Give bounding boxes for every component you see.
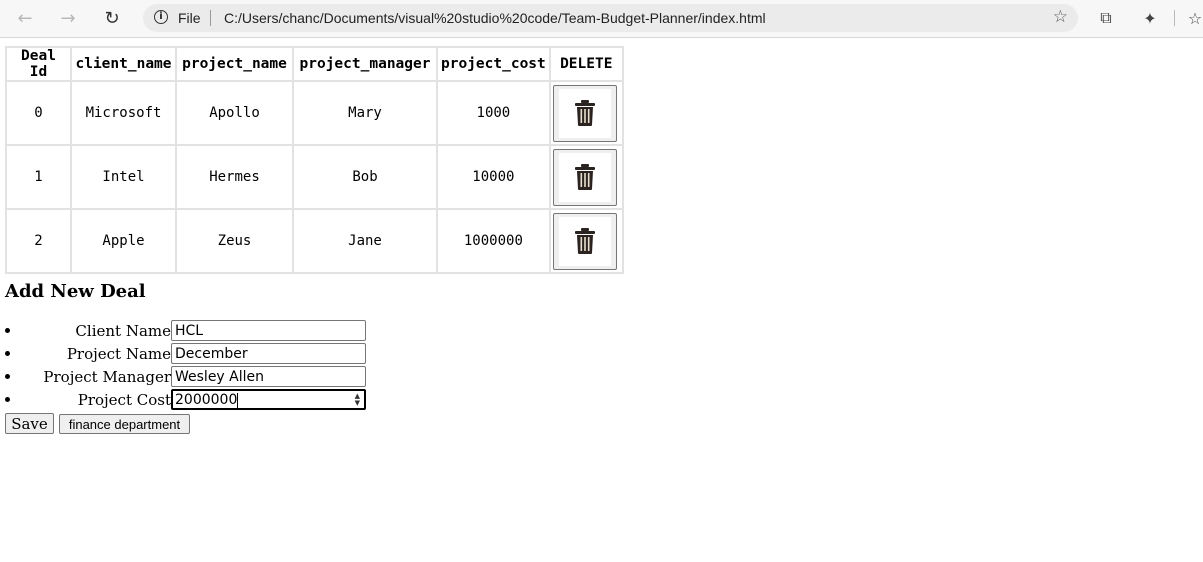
extensions-icon[interactable]: ✦ <box>1139 7 1161 29</box>
url-scheme: File <box>178 10 201 26</box>
client-name-input[interactable]: HCL <box>171 320 366 341</box>
address-bar[interactable]: i File C:/Users/chanc/Documents/visual%2… <box>143 4 1078 32</box>
form-title: Add New Deal <box>5 281 146 302</box>
table-row: 2 Apple Zeus Jane 1000000 <box>6 209 623 273</box>
trash-icon <box>574 164 595 190</box>
table-header-row: Deal Id client_name project_name project… <box>6 47 623 81</box>
column-header: project_cost <box>437 47 550 81</box>
project-cost-value: 2000000 <box>175 392 238 408</box>
delete-cell <box>549 209 623 273</box>
bullet <box>5 397 10 402</box>
project-name-cell: Hermes <box>176 145 293 209</box>
back-button[interactable]: ← <box>13 6 37 30</box>
project-cost-cell: 10000 <box>437 145 550 209</box>
url-text[interactable]: C:/Users/chanc/Documents/visual%20studio… <box>224 10 766 26</box>
client-name-cell: Microsoft <box>71 81 176 145</box>
arrow-right-icon: → <box>60 7 76 29</box>
trash-icon <box>574 100 595 126</box>
reload-icon: ↻ <box>104 7 120 29</box>
project-manager-cell: Mary <box>293 81 437 145</box>
forward-button[interactable]: → <box>56 6 80 30</box>
project-name-cell: Apollo <box>176 81 293 145</box>
project-cost-label: Project Cost <box>77 391 171 409</box>
project-name-cell: Zeus <box>176 209 293 273</box>
project-cost-cell: 1000000 <box>437 209 550 273</box>
bullet <box>5 374 10 379</box>
client-name-cell: Apple <box>71 209 176 273</box>
table-row: 1 Intel Hermes Bob 10000 <box>6 145 623 209</box>
delete-cell <box>549 145 623 209</box>
finance-department-button[interactable]: finance department <box>59 414 190 434</box>
deal-id-cell: 2 <box>6 209 71 273</box>
divider <box>1174 10 1175 26</box>
deal-id-cell: 1 <box>6 145 71 209</box>
delete-button[interactable] <box>552 148 617 206</box>
delete-button[interactable] <box>552 212 617 270</box>
delete-cell <box>549 81 623 145</box>
favorites-icon[interactable]: ☆ <box>1184 7 1203 29</box>
column-header: client_name <box>71 47 176 81</box>
project-name-input[interactable]: December <box>171 343 366 364</box>
collections-icon[interactable]: ⧉ <box>1095 7 1117 29</box>
column-header: project_manager <box>293 47 437 81</box>
arrow-left-icon: ← <box>17 7 33 29</box>
project-manager-cell: Jane <box>293 209 437 273</box>
project-manager-label: Project Manager <box>43 368 171 386</box>
project-cost-input[interactable]: 2000000 ▲ ▼ <box>171 389 366 410</box>
deals-table: Deal Id client_name project_name project… <box>5 46 624 274</box>
spinner-icon[interactable]: ▲ ▼ <box>355 393 360 407</box>
add-favorite-icon[interactable]: ☆ <box>1053 7 1068 27</box>
table-row: 0 Microsoft Apollo Mary 1000 <box>6 81 623 145</box>
browser-toolbar: ← → ↻ i File C:/Users/chanc/Documents/vi… <box>0 0 1203 38</box>
text-caret <box>237 392 239 408</box>
deal-id-cell: 0 <box>6 81 71 145</box>
column-header: project_name <box>176 47 293 81</box>
column-header: DELETE <box>549 47 623 81</box>
project-cost-cell: 1000 <box>437 81 550 145</box>
bullet <box>5 328 10 333</box>
delete-button[interactable] <box>552 84 617 142</box>
project-manager-input[interactable]: Wesley Allen <box>171 366 366 387</box>
info-icon[interactable]: i <box>154 10 168 24</box>
project-name-label: Project Name <box>66 345 171 363</box>
bullet <box>5 351 10 356</box>
save-button[interactable]: Save <box>5 413 54 434</box>
column-header: Deal Id <box>6 47 71 81</box>
reload-button[interactable]: ↻ <box>100 6 124 30</box>
project-manager-cell: Bob <box>293 145 437 209</box>
client-name-cell: Intel <box>71 145 176 209</box>
client-name-label: Client Name <box>75 322 171 340</box>
trash-icon <box>574 228 595 254</box>
divider <box>210 10 211 26</box>
